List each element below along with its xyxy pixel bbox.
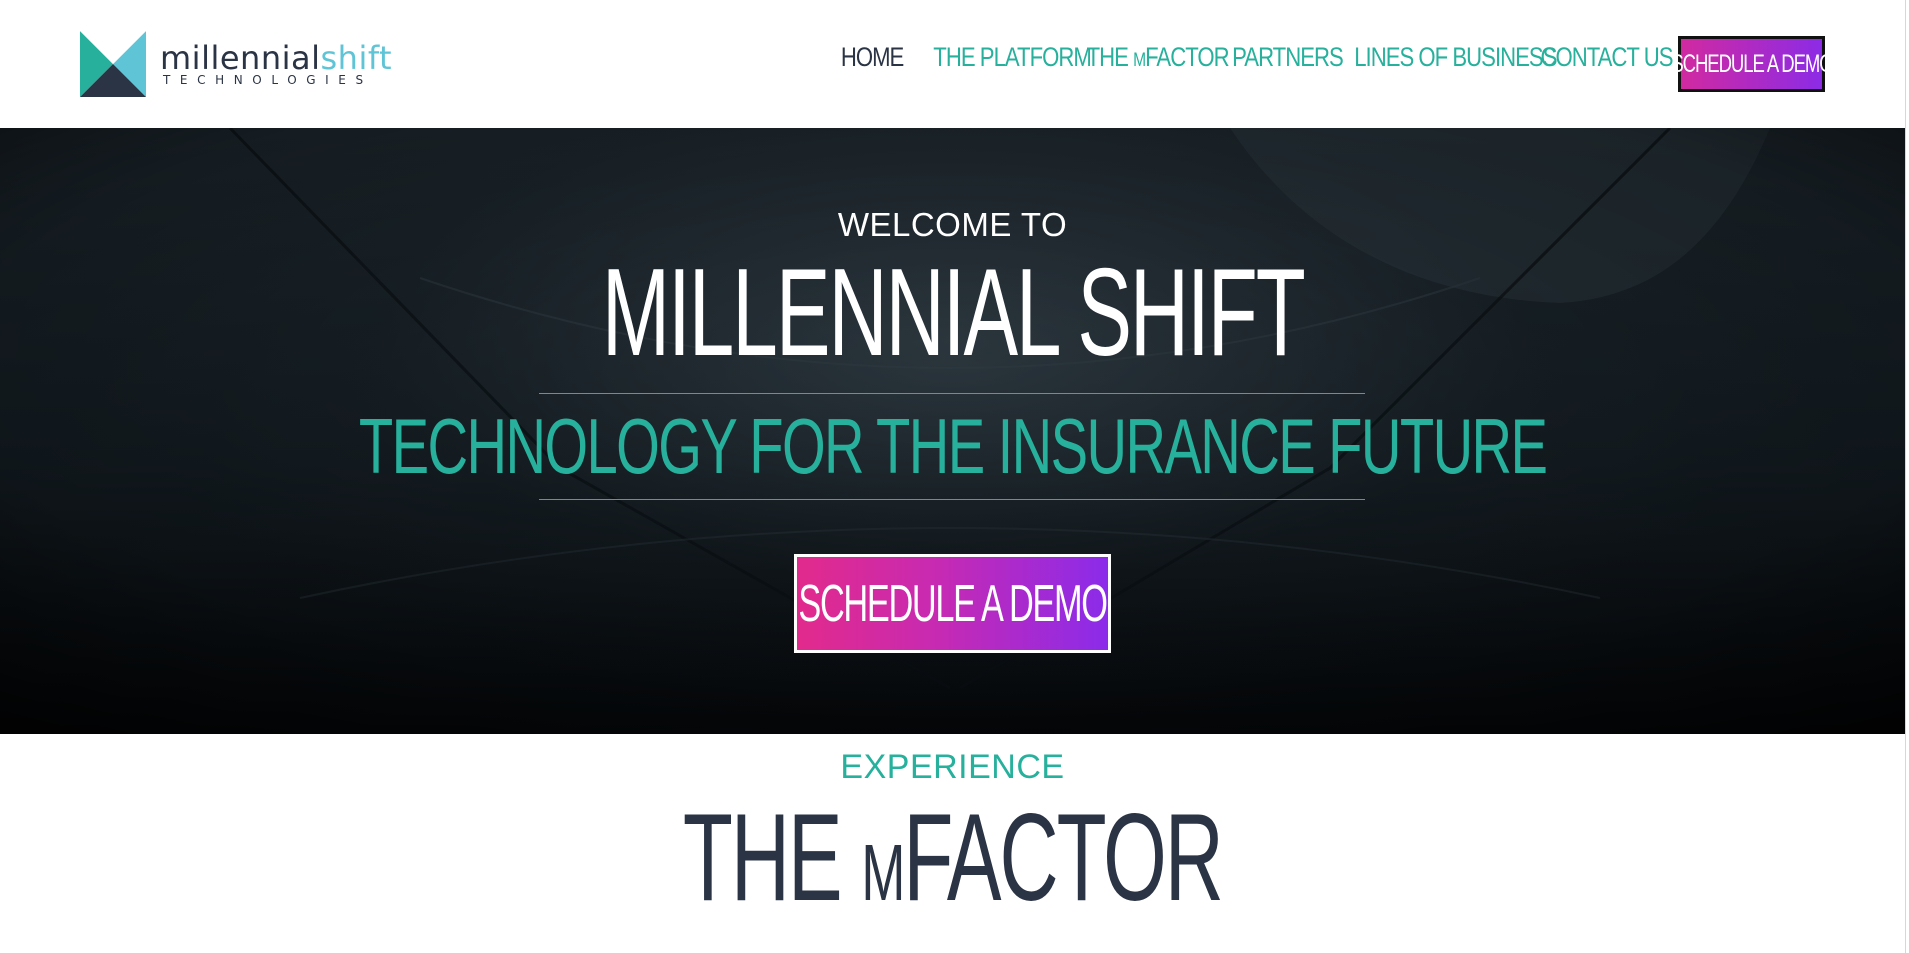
hero-title: MILLENNIAL SHIFT bbox=[0, 248, 1905, 378]
nav-partners[interactable]: PARTNERS bbox=[1232, 42, 1344, 73]
hero-schedule-demo-label: SCHEDULE A DEMO bbox=[798, 574, 1108, 633]
hero-tagline-text: TECHNOLOGY FOR THE INSURANCE FUTURE bbox=[358, 402, 1548, 490]
logo-wordmark: millennialshift bbox=[160, 41, 392, 75]
nav-lines-of-business[interactable]: LINES OF BUSINESS bbox=[1354, 42, 1557, 73]
section-title-prefix: THE bbox=[682, 789, 862, 927]
nav-the-platform[interactable]: THE PLATFORM bbox=[933, 42, 1092, 73]
logo-word-part1: millennial bbox=[160, 39, 321, 77]
scrollbar[interactable] bbox=[1905, 0, 1909, 953]
section-title-small-m: M bbox=[861, 828, 905, 917]
nav-mfactor-prefix: THE bbox=[1086, 42, 1134, 72]
logo-link[interactable]: millennialshift TECHNOLOGIES bbox=[80, 31, 392, 97]
logo-mark-icon bbox=[80, 31, 146, 97]
logo-text: millennialshift TECHNOLOGIES bbox=[160, 41, 392, 87]
header-schedule-demo-label: SCHEDULE A DEMO bbox=[1670, 49, 1833, 78]
hero-title-text: MILLENNIAL SHIFT bbox=[601, 244, 1305, 382]
hero-tagline: TECHNOLOGY FOR THE INSURANCE FUTURE bbox=[0, 398, 1905, 494]
hero-welcome: WELCOME TO bbox=[837, 206, 1068, 243]
page: millennialshift TECHNOLOGIES HOME THE PL… bbox=[0, 0, 1909, 953]
section-title: THE MFACTOR bbox=[0, 788, 1905, 943]
section-title-text: THE MFACTOR bbox=[682, 788, 1224, 943]
section-title-suffix: FACTOR bbox=[903, 789, 1224, 927]
logo-word-part2: shift bbox=[320, 39, 393, 77]
section-eyebrow: EXPERIENCE bbox=[840, 748, 1065, 786]
hero-section: WELCOME TO MILLENNIAL SHIFT TECHNOLOGY F… bbox=[0, 128, 1905, 734]
hero-content: WELCOME TO MILLENNIAL SHIFT TECHNOLOGY F… bbox=[0, 128, 1905, 734]
hero-divider-top bbox=[539, 393, 1365, 394]
nav-home[interactable]: HOME bbox=[841, 42, 904, 73]
hero-divider-bottom bbox=[539, 499, 1365, 500]
nav-mfactor-small-m: M bbox=[1133, 50, 1146, 71]
header-schedule-demo-button[interactable]: SCHEDULE A DEMO bbox=[1671, 36, 1833, 92]
hero-schedule-demo-button[interactable]: SCHEDULE A DEMO bbox=[794, 554, 1111, 653]
logo-subtitle: TECHNOLOGIES bbox=[163, 73, 373, 87]
nav-contact-us[interactable]: CONTACT US bbox=[1540, 42, 1673, 73]
nav-mfactor-suffix: FACTOR bbox=[1145, 42, 1229, 72]
nav-the-mfactor[interactable]: THE MFACTOR bbox=[1086, 42, 1230, 73]
